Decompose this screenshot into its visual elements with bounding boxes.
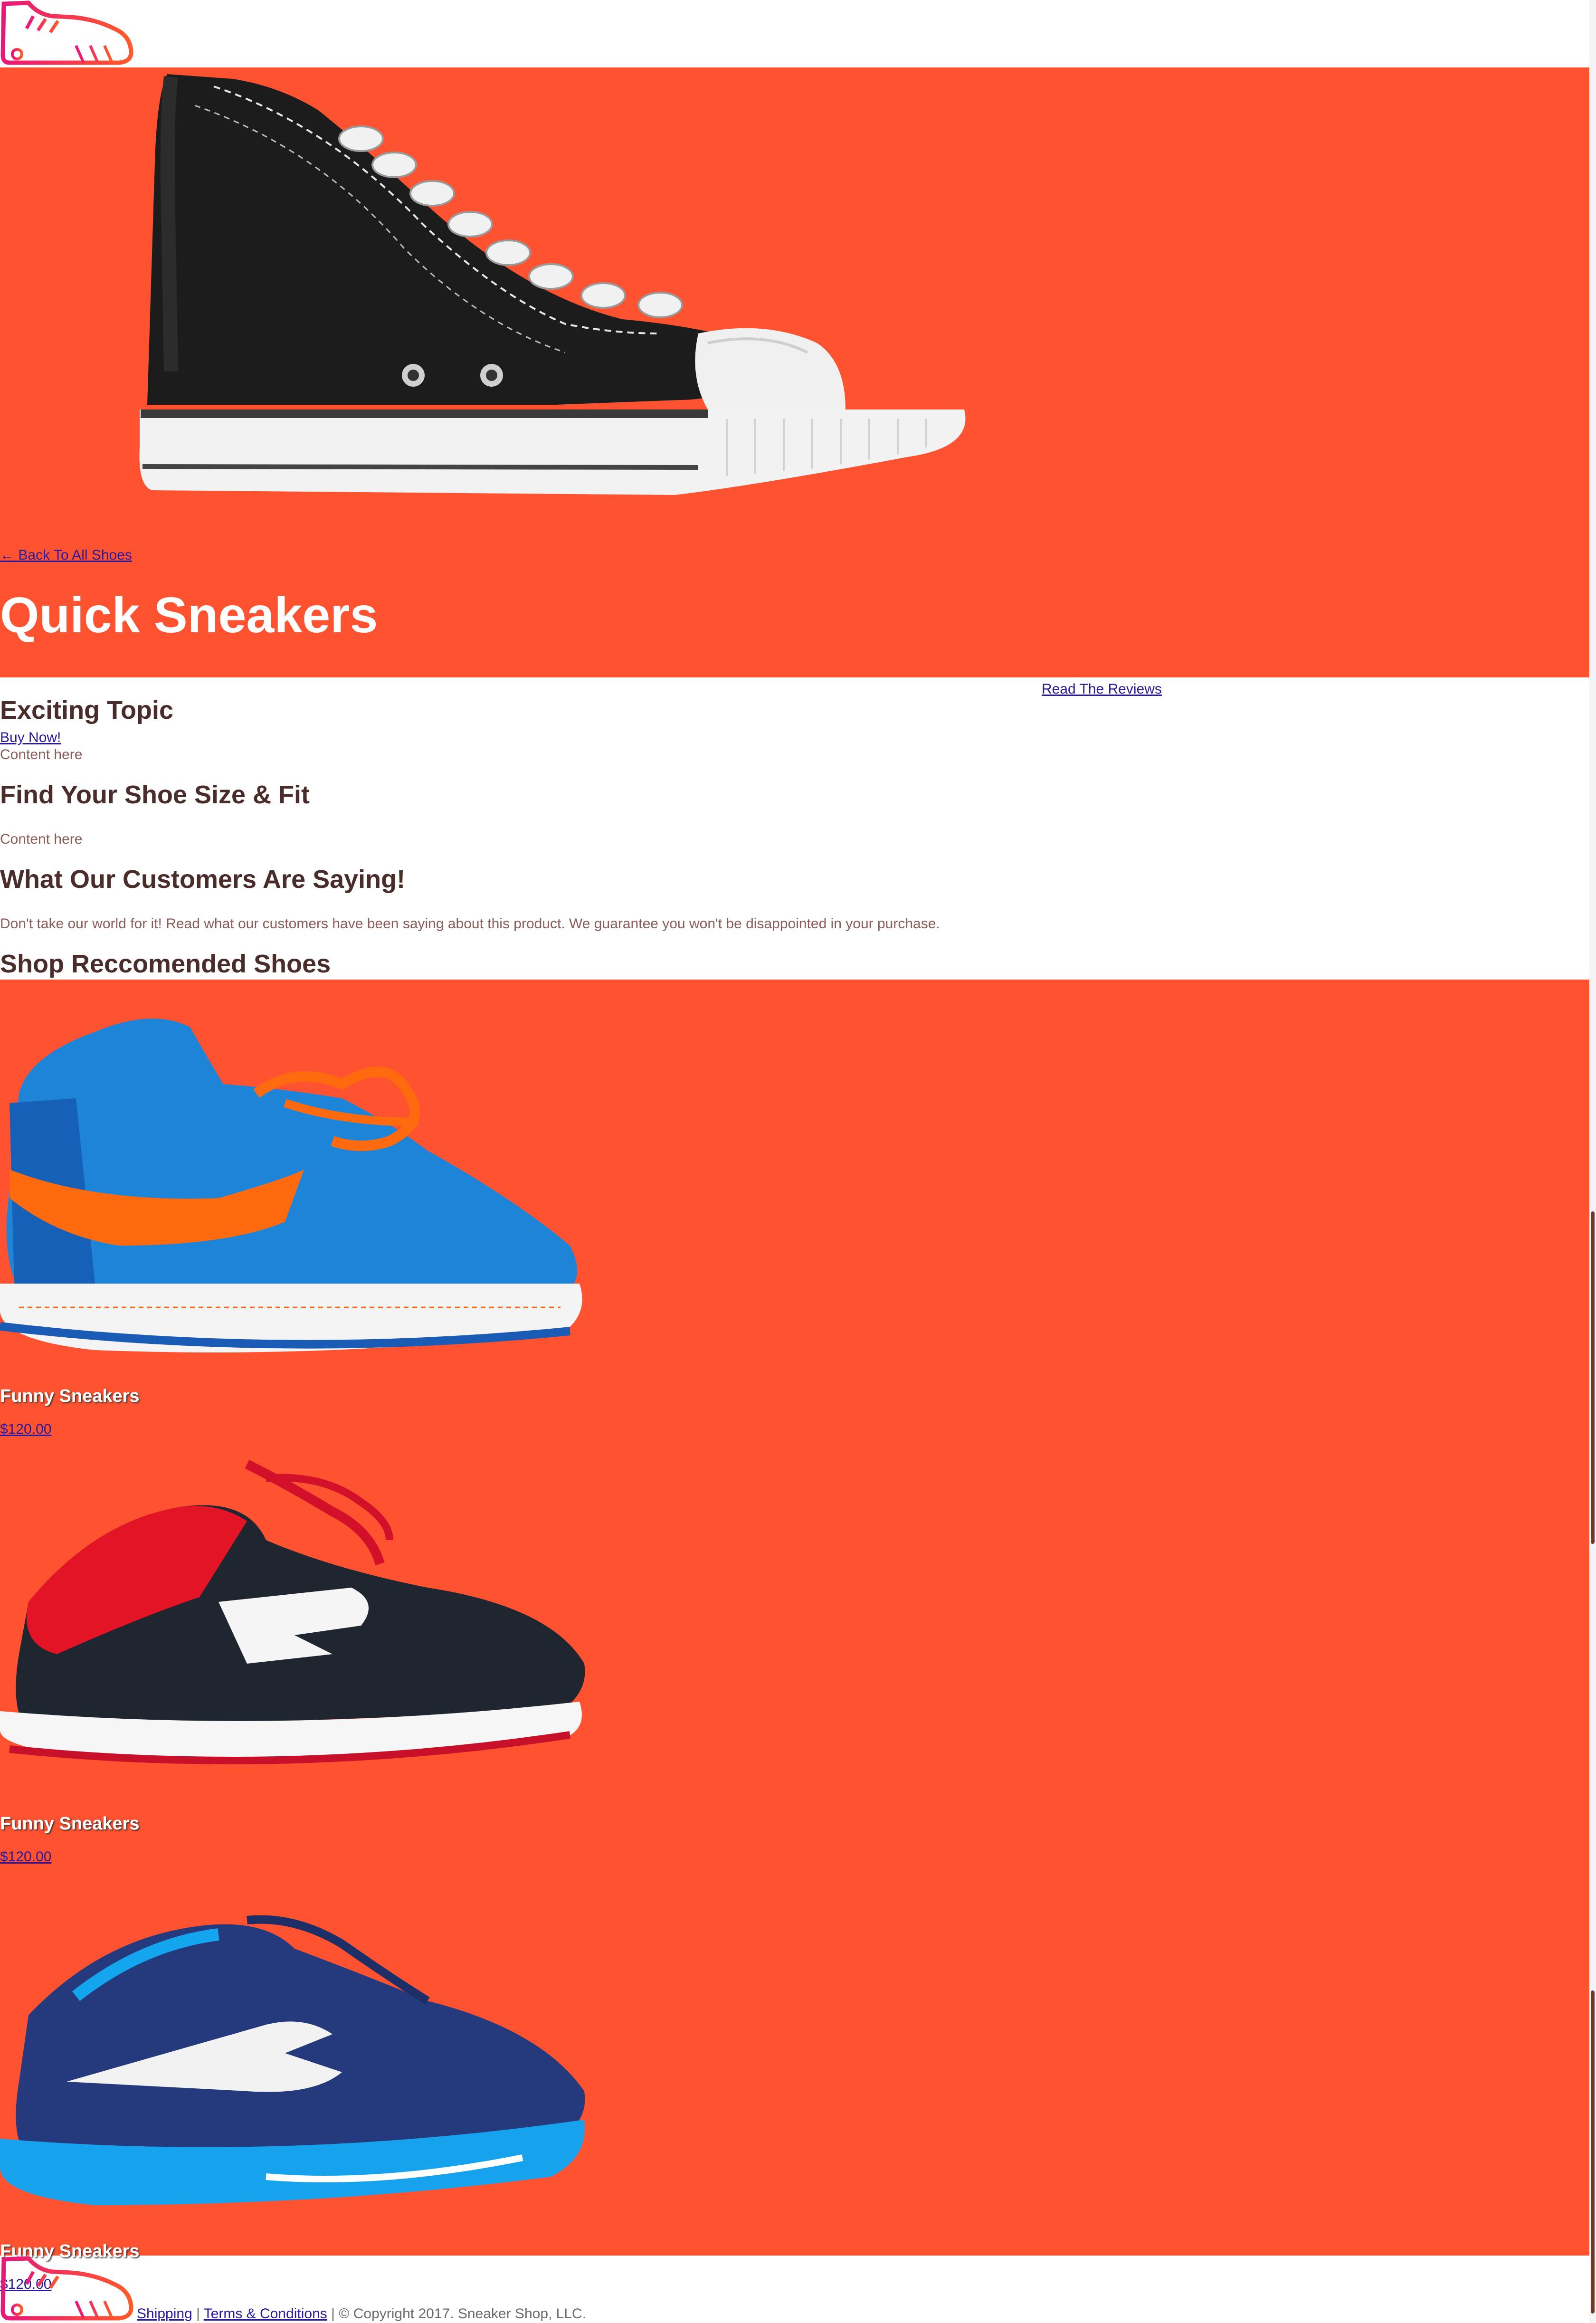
product-description-text: ursus sed a a adipiscing molestie a est … (0, 681, 1038, 697)
footer-sneaker-logo-icon[interactable] (0, 2256, 134, 2323)
scrollbar-thumb[interactable] (1591, 1211, 1595, 1544)
product-description: ursus sed a a adipiscing molestie a est … (0, 681, 1162, 697)
shipping-link[interactable]: Shipping (137, 2306, 192, 2322)
card-price-link[interactable]: $120.00 (0, 1421, 51, 1438)
footer-links: Shipping | Terms & Conditions | © Copyri… (137, 2306, 586, 2322)
black-high-top-sneaker-image (138, 67, 983, 495)
back-to-all-shoes-link[interactable]: ← Back To All Shoes (0, 547, 132, 563)
vertical-scrollbar[interactable] (1589, 0, 1596, 2323)
buy-now-link[interactable]: Buy Now! (0, 730, 61, 746)
terms-link[interactable]: Terms & Conditions (204, 2306, 327, 2322)
footer-separator: | (196, 2306, 200, 2322)
customers-content: Don't take our world for it! Read what o… (0, 916, 940, 932)
recommended-heading: Shop Reccomended Shoes (0, 950, 331, 978)
navy-blue-running-shoe-image[interactable] (0, 1873, 589, 2243)
blue-orange-high-top-sneaker-image[interactable] (0, 999, 589, 1369)
red-black-running-shoe-image[interactable] (0, 1445, 589, 1816)
card-name[interactable]: Funny Sneakers (0, 1386, 140, 1407)
card-name[interactable]: Funny Sneakers (0, 1814, 140, 1834)
size-fit-content: Content here (0, 831, 83, 847)
exciting-topic-heading: Exciting Topic (0, 696, 174, 724)
copyright-text: | © Copyright 2017. Sneaker Shop, LLC. (331, 2306, 587, 2322)
read-reviews-link[interactable]: Read The Reviews (1042, 681, 1162, 697)
card-price-link[interactable]: $120.00 (0, 1849, 51, 1865)
hero-section: ← Back To All Shoes Quick Sneakers ursus… (0, 67, 1596, 745)
size-fit-heading: Find Your Shoe Size & Fit (0, 781, 310, 809)
scrollbar-thumb[interactable] (1591, 1990, 1595, 2313)
exciting-topic-content: Content here (0, 747, 83, 762)
customers-heading: What Our Customers Are Saying! (0, 865, 406, 894)
sneaker-logo-icon[interactable] (0, 0, 134, 67)
recommended-shoes-section: Funny Sneakers $120.00 Funny Sneakers $1… (0, 980, 1596, 2292)
product-title: Quick Sneakers (0, 587, 378, 643)
